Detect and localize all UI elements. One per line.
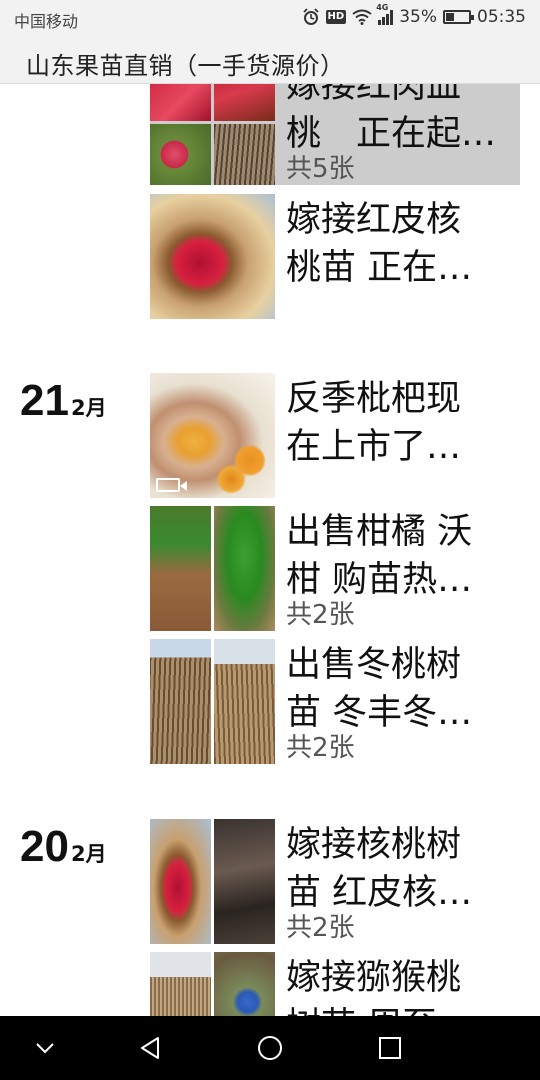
- navigation-bar: [0, 1016, 540, 1080]
- post-item[interactable]: 出售冬桃树 苗 冬丰冬… 共2张: [150, 639, 520, 764]
- status-bar: 中国移动 HD 4G 35% 05:35: [0, 0, 540, 36]
- album-timeline[interactable]: 嫁接红肉血 桃 正在起… 共5张 嫁接红皮核 桃苗 正在… 21 2月 反季枇杷…: [0, 84, 540, 1016]
- image-count: 共2张: [286, 600, 355, 630]
- post-title: 反季枇杷现 在上市了…: [286, 379, 462, 467]
- post-thumbnail[interactable]: [150, 639, 275, 764]
- post-thumbnail[interactable]: [150, 819, 275, 944]
- image-count: 共2张: [286, 913, 355, 943]
- app-header: 山东果苗直销（一手货源价）: [0, 36, 540, 84]
- month-label: 2月: [70, 842, 107, 866]
- post-thumbnail[interactable]: [150, 84, 275, 185]
- post-item[interactable]: 嫁接核桃树 苗 红皮核… 共2张: [150, 819, 520, 944]
- signal-icon: 4G: [376, 3, 394, 25]
- post-title: 嫁接红皮核 桃苗 正在…: [286, 200, 473, 288]
- home-circle-icon[interactable]: [252, 1032, 288, 1064]
- carrier-name: 中国移动: [14, 12, 79, 31]
- recents-square-icon[interactable]: [372, 1032, 408, 1064]
- date-label: 20 2月: [20, 822, 107, 872]
- post-title: 嫁接红肉血 桃 正在起…: [286, 84, 497, 154]
- back-triangle-icon[interactable]: [132, 1032, 168, 1064]
- post-title: 嫁接猕猴桃 树苗 周至…: [286, 958, 472, 1016]
- post-thumbnail[interactable]: [150, 373, 275, 498]
- post-item[interactable]: 反季枇杷现 在上市了…: [150, 373, 520, 498]
- day-number: 20: [20, 822, 69, 871]
- battery-icon: [443, 10, 474, 24]
- battery-percent: 35%: [399, 7, 437, 27]
- post-item[interactable]: 嫁接猕猴桃 树苗 周至…: [150, 952, 520, 1016]
- wifi-icon: [352, 9, 372, 25]
- clock: 05:35: [477, 7, 526, 27]
- post-thumbnail[interactable]: [150, 952, 275, 1016]
- network-type: 4G: [376, 3, 389, 12]
- post-item[interactable]: 嫁接红皮核 桃苗 正在…: [150, 194, 520, 319]
- page-title: 山东果苗直销（一手货源价）: [26, 52, 345, 80]
- post-title: 出售冬桃树 苗 冬丰冬…: [286, 645, 473, 733]
- post-thumbnail[interactable]: [150, 194, 275, 319]
- post-title: 出售柑橘 沃 柑 购苗热…: [286, 512, 473, 600]
- post-item[interactable]: 出售柑橘 沃 柑 购苗热… 共2张: [150, 506, 520, 631]
- date-label: 21 2月: [20, 376, 107, 426]
- video-icon: [156, 478, 187, 492]
- back-chevron-icon[interactable]: [27, 1032, 63, 1064]
- hd-icon: HD: [325, 10, 347, 24]
- day-number: 21: [20, 376, 69, 425]
- post-item[interactable]: 嫁接红肉血 桃 正在起… 共5张: [150, 84, 520, 185]
- image-count: 共2张: [286, 733, 355, 763]
- alarm-icon: [302, 8, 319, 25]
- image-count: 共5张: [286, 154, 355, 184]
- post-thumbnail[interactable]: [150, 506, 275, 631]
- month-label: 2月: [70, 396, 107, 420]
- status-icons: HD 4G 35% 05:35: [302, 3, 526, 27]
- post-title: 嫁接核桃树 苗 红皮核…: [286, 825, 473, 913]
